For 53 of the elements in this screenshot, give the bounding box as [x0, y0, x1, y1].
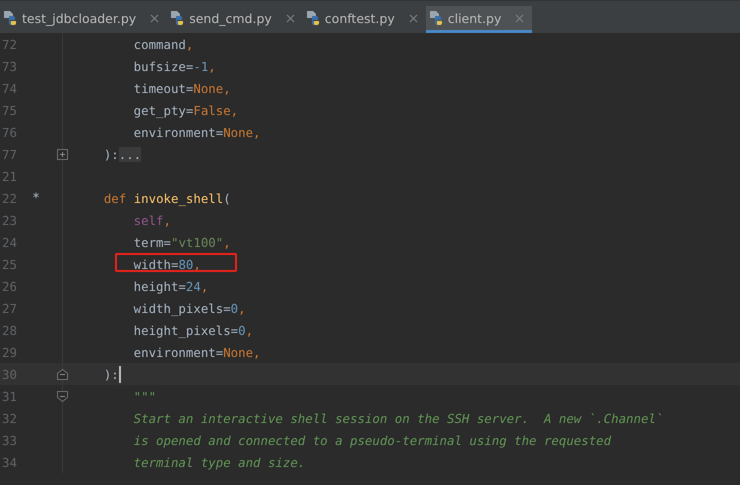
- code-line: self,: [132, 212, 171, 228]
- line-number: 29: [1, 344, 18, 360]
- code-line: environment=None,: [132, 344, 261, 360]
- line-number: 23: [1, 212, 18, 228]
- line-number: 72: [1, 36, 18, 52]
- line-number: 32: [1, 410, 18, 426]
- line-number: 34: [1, 454, 18, 470]
- line-number: 22: [1, 190, 18, 206]
- fold-marker-icon[interactable]: [56, 390, 68, 402]
- line-number: 28: [1, 322, 18, 338]
- code-line: terminal type and size.: [132, 454, 306, 470]
- editor-tab[interactable]: client.py: [426, 6, 532, 33]
- line-number: 27: [1, 300, 18, 316]
- code-line: bufsize=-1,: [132, 58, 216, 74]
- editor-tab[interactable]: send_cmd.py: [167, 6, 303, 33]
- editor-tab[interactable]: conftest.py: [302, 6, 426, 33]
- line-number: 31: [1, 388, 18, 404]
- line-number: 33: [1, 432, 18, 448]
- python-file-icon: [304, 10, 321, 26]
- fold-marker-icon[interactable]: [56, 368, 68, 380]
- code-line: Start an interactive shell session on the SSH server. A new `.Channel`: [132, 410, 664, 426]
- expand-fold-icon[interactable]: [56, 148, 68, 160]
- close-icon[interactable]: [408, 14, 418, 22]
- code-line: height_pixels=0,: [132, 322, 254, 338]
- code-line: is opened and connected to a pseudo-terminal using the requested: [132, 432, 612, 448]
- code-line: timeout=None,: [132, 80, 231, 96]
- close-icon[interactable]: [286, 14, 295, 22]
- line-number: 75: [1, 102, 18, 118]
- line-number: 26: [1, 278, 18, 294]
- code-line: height=24,: [132, 278, 208, 294]
- code-line: term="vt100",: [132, 234, 231, 250]
- line-number: 21: [1, 168, 18, 184]
- code-line: command,: [132, 36, 194, 52]
- line-number: 73: [1, 58, 18, 74]
- line-number: 76: [1, 124, 18, 140]
- change-marker: *: [31, 190, 41, 206]
- close-icon[interactable]: [515, 14, 524, 22]
- text-cursor: [118, 366, 121, 382]
- code-line: """: [132, 388, 156, 404]
- line-number: 74: [1, 80, 18, 96]
- line-number: 24: [1, 234, 18, 250]
- editor-tab[interactable]: test_jdbcloader.py: [0, 6, 168, 33]
- python-file-icon: [169, 10, 186, 26]
- code-line: def invoke_shell(: [102, 190, 231, 206]
- python-file-icon: [2, 10, 18, 26]
- code-line: environment=None,: [132, 124, 261, 140]
- line-number: 25: [1, 256, 18, 272]
- close-icon[interactable]: [150, 14, 160, 22]
- code-line: get_pty=False,: [132, 102, 238, 118]
- python-file-icon: [428, 10, 444, 26]
- code-line: width_pixels=0,: [132, 300, 246, 316]
- code-line: ):: [102, 366, 119, 382]
- line-number: 77: [1, 146, 18, 162]
